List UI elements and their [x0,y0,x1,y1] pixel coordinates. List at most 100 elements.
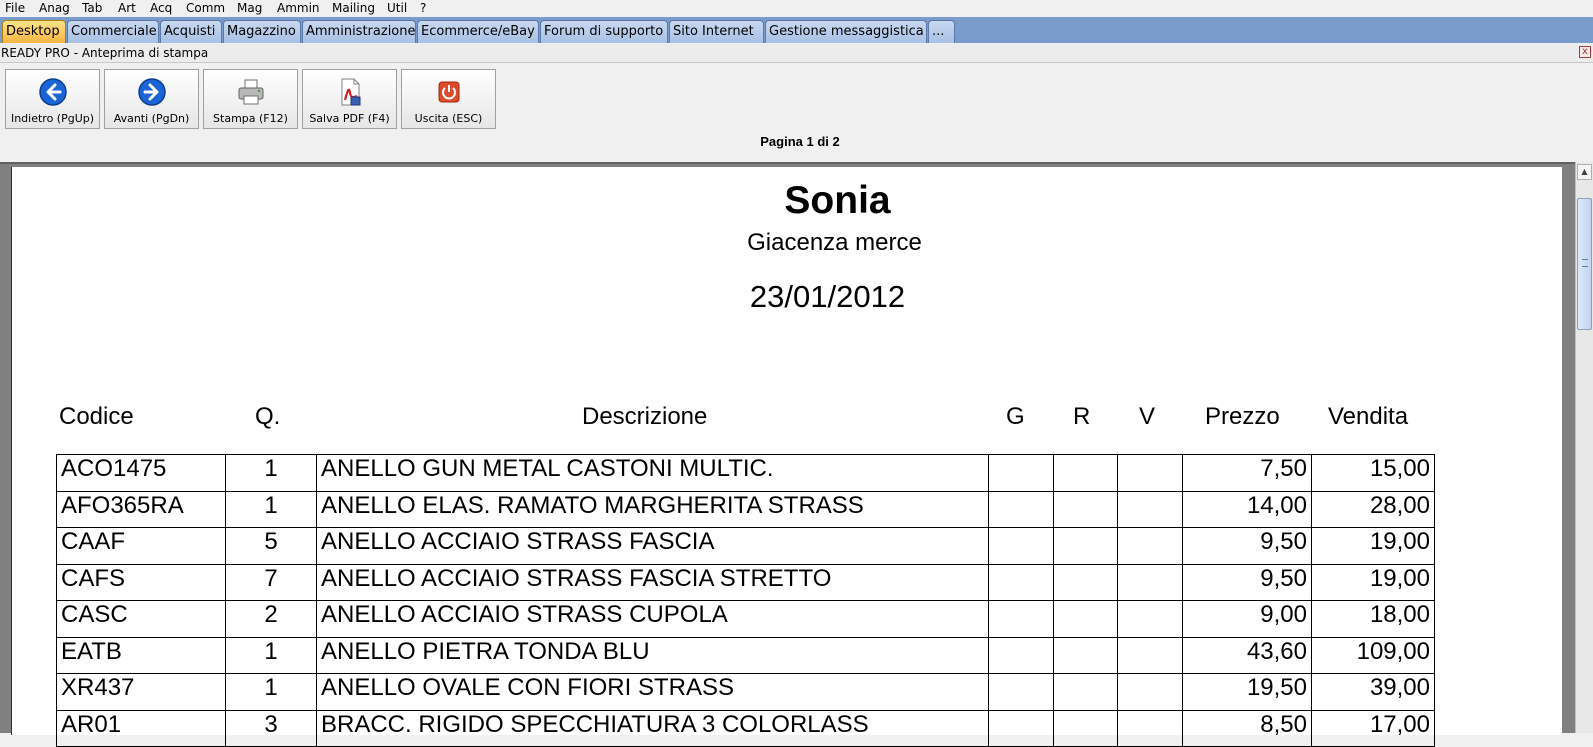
tab-forum-supporto[interactable]: Forum di supporto [540,20,668,43]
cell-desc: ANELLO ACCIAIO STRASS FASCIA [316,527,989,565]
exit-button[interactable]: Uscita (ESC) [401,69,496,129]
back-button[interactable]: Indietro (PgUp) [5,69,100,129]
cell-g [988,527,1054,565]
cell-v [1117,454,1183,492]
cell-g [988,600,1054,638]
cell-price: 8,50 [1182,709,1312,747]
tab-more[interactable]: ... [928,20,955,43]
arrow-left-icon [39,78,67,106]
cell-sale: 19,00 [1311,563,1435,601]
print-label: Stampa (F12) [213,112,288,125]
module-tab-strip: Desktop Commerciale Acquisti Magazzino A… [0,17,1593,43]
cell-price: 9,50 [1182,563,1312,601]
cell-sale: 39,00 [1311,673,1435,711]
forward-button[interactable]: Avanti (PgDn) [104,69,199,129]
stock-table-body: ACO1475 1 ANELLO GUN METAL CASTONI MULTIC.… [56,454,1435,747]
scroll-thumb[interactable] [1577,198,1592,330]
cell-sale: 19,00 [1311,527,1435,565]
tab-acquisti[interactable]: Acquisti [160,20,222,43]
arrow-right-icon [138,78,166,106]
cell-desc: ANELLO ELAS. RAMATO MARGHERITA STRASS [316,490,989,528]
cell-desc: ANELLO PIETRA TONDA BLU [316,636,989,674]
save-pdf-button[interactable]: Salva PDF (F4) [302,69,397,129]
cell-r [1053,673,1118,711]
table-row: AFO365RA 1 ANELLO ELAS. RAMATO MARGHERITA … [56,490,1435,528]
exit-label: Uscita (ESC) [414,112,483,125]
header-v: V [1139,403,1156,430]
cell-qty: 1 [225,673,317,711]
menu-ammin[interactable]: Ammin [277,0,320,16]
cell-g [988,563,1054,601]
menu-file[interactable]: File [5,0,25,16]
pdf-file-icon [341,78,361,106]
cell-code: CAFS [56,563,226,601]
cell-v [1117,673,1183,711]
cell-desc: BRACC. RIGIDO SPECCHIATURA 3 COLORLASS [316,709,989,747]
menu-util[interactable]: Util [387,0,407,16]
cell-v [1117,600,1183,638]
cell-r [1053,600,1118,638]
close-icon[interactable]: x [1579,46,1591,58]
cell-v [1117,636,1183,674]
cell-price: 43,60 [1182,636,1312,674]
cell-desc: ANELLO ACCIAIO STRASS FASCIA STRETTO [316,563,989,601]
cell-sale: 109,00 [1311,636,1435,674]
cell-sale: 15,00 [1311,454,1435,492]
menu-comm[interactable]: Comm [186,0,225,16]
tab-commerciale[interactable]: Commerciale [67,20,159,43]
cell-r [1053,636,1118,674]
tab-sito-internet[interactable]: Sito Internet [669,20,764,43]
header-vendita: Vendita [1328,403,1409,430]
cell-code: CAAF [56,527,226,565]
column-headers: Codice Q. Descrizione G R V Prezzo Vendi… [12,403,1563,435]
print-preview-area: Sonia Giacenza merce 23/01/2012 Codice Q… [0,162,1575,747]
cell-qty: 5 [225,527,317,565]
menu-mag[interactable]: Mag [237,0,262,16]
cell-g [988,454,1054,492]
cell-g [988,709,1054,747]
tab-gestione-messaggistica[interactable]: Gestione messaggistica [765,20,927,43]
tab-ecommerce-ebay[interactable]: Ecommerce/eBay [417,20,539,43]
tab-desktop[interactable]: Desktop [2,20,66,43]
menu-art[interactable]: Art [118,0,136,16]
table-row: EATB 1 ANELLO PIETRA TONDA BLU 43,60 109,00 [56,636,1435,674]
tab-amministrazione[interactable]: Amministrazione [302,20,416,43]
menu-acq[interactable]: Acq [150,0,172,16]
table-row: CASC 2 ANELLO ACCIAIO STRASS CUPOLA 9,00 18,… [56,600,1435,638]
cell-code: EATB [56,636,226,674]
menu-help[interactable]: ? [420,0,426,16]
header-descrizione: Descrizione [582,403,708,430]
cell-qty: 7 [225,563,317,601]
cell-g [988,490,1054,528]
menu-tab[interactable]: Tab [82,0,102,16]
menu-mailing[interactable]: Mailing [332,0,375,16]
scroll-up-arrow-icon[interactable]: ▲ [1577,164,1592,180]
menu-anag[interactable]: Anag [39,0,70,16]
cell-r [1053,709,1118,747]
printer-icon [238,79,264,105]
table-row: ACO1475 1 ANELLO GUN METAL CASTONI MULTIC.… [56,454,1435,492]
cell-price: 19,50 [1182,673,1312,711]
stock-table: ACO1475 1 ANELLO GUN METAL CASTONI MULTIC.… [56,454,1435,747]
cell-qty: 2 [225,600,317,638]
table-row: CAFS 7 ANELLO ACCIAIO STRASS FASCIA STRETT… [56,563,1435,601]
cell-v [1117,563,1183,601]
header-prezzo: Prezzo [1205,403,1280,430]
cell-price: 9,50 [1182,527,1312,565]
cell-code: CASC [56,600,226,638]
cell-r [1053,563,1118,601]
page-indicator: Pagina 1 di 2 [760,134,840,149]
header-qty: Q. [255,403,281,430]
vertical-scrollbar[interactable]: ▲ [1575,162,1593,733]
cell-v [1117,527,1183,565]
table-row: CAAF 5 ANELLO ACCIAIO STRASS FASCIA 9,50 19,… [56,527,1435,565]
document-subtitle: Giacenza merce [747,229,922,256]
cell-code: AFO365RA [56,490,226,528]
cell-g [988,636,1054,674]
tab-magazzino[interactable]: Magazzino [223,20,301,43]
save-pdf-label: Salva PDF (F4) [309,112,390,125]
preview-page: Sonia Giacenza merce 23/01/2012 Codice Q… [11,167,1563,747]
print-button[interactable]: Stampa (F12) [203,69,298,129]
toolbar: Indietro (PgUp) Avanti (PgDn) Stampa (F1… [0,66,1593,130]
cell-code: XR437 [56,673,226,711]
